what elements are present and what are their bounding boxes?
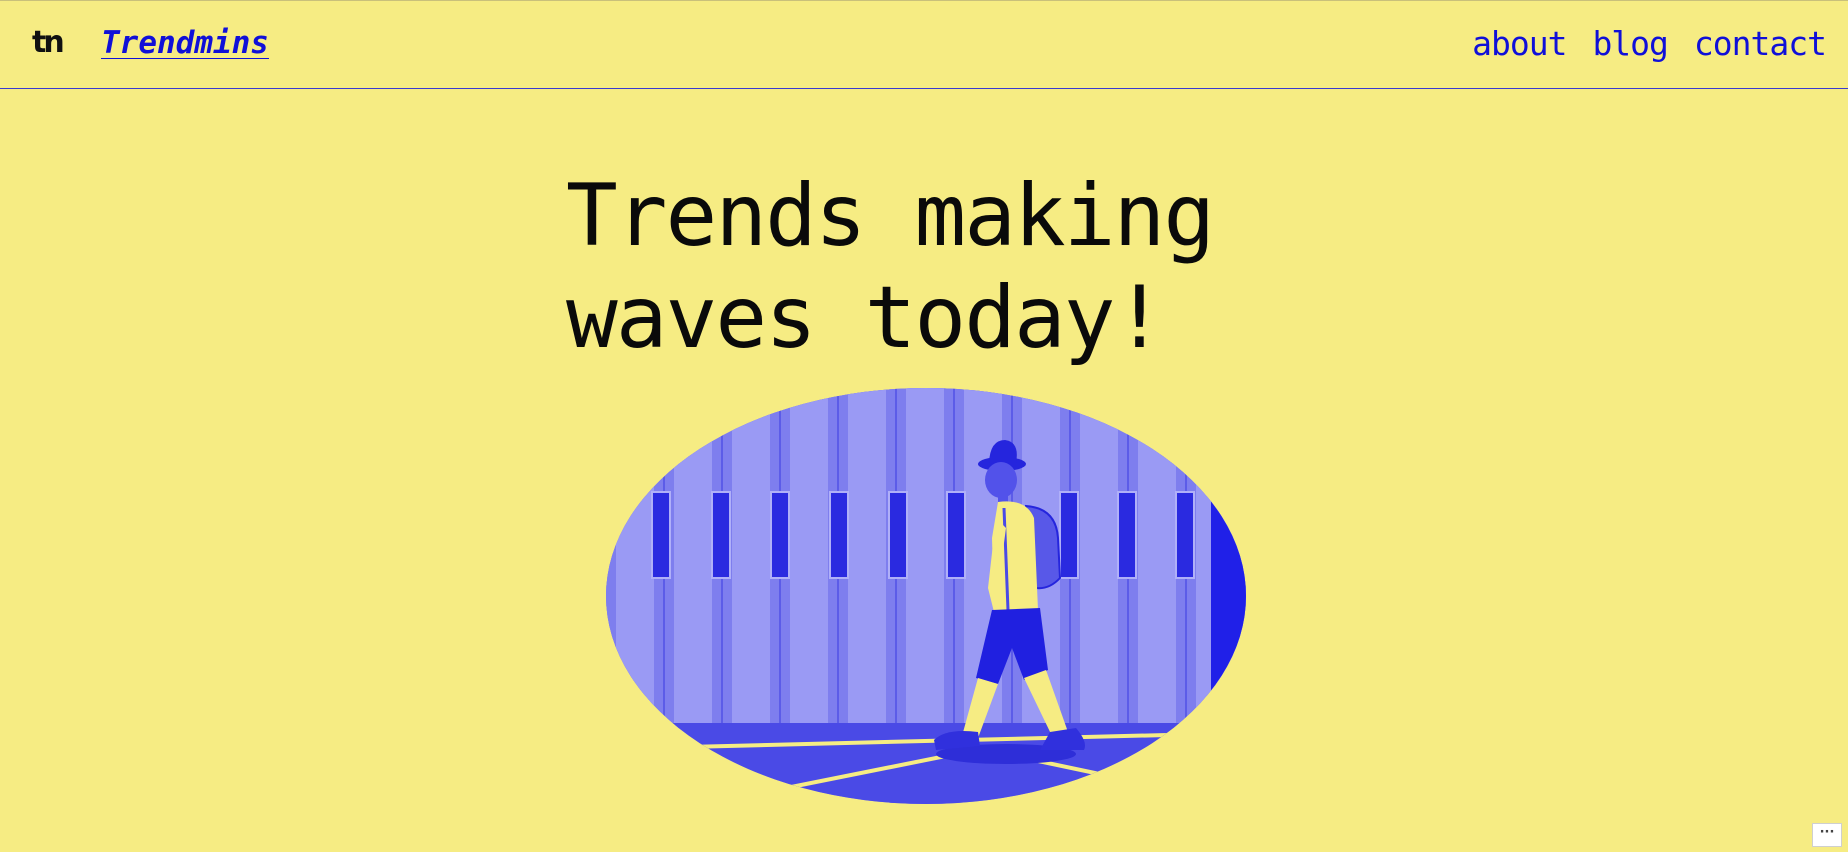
page: tn Trendmins about blog contact Trends m… bbox=[0, 0, 1848, 852]
site-title-link[interactable]: Trendmins bbox=[101, 23, 269, 63]
hero-image bbox=[606, 388, 1246, 804]
hero-heading-line-1: Trends making bbox=[566, 166, 1215, 266]
hero-heading-line-2: waves today! bbox=[566, 268, 1165, 368]
wall-panels bbox=[606, 388, 1246, 728]
man-walking-illustration bbox=[606, 388, 1246, 804]
hero-heading: Trends making waves today! bbox=[566, 165, 1326, 369]
nav-link-about[interactable]: about bbox=[1472, 23, 1567, 65]
ellipsis-icon: ··· bbox=[1819, 825, 1835, 840]
site-header: tn Trendmins about blog contact bbox=[0, 1, 1848, 89]
main-navigation: about blog contact bbox=[1472, 23, 1827, 65]
more-options-button[interactable]: ··· bbox=[1812, 823, 1842, 847]
nav-link-blog[interactable]: blog bbox=[1592, 23, 1668, 65]
nav-link-contact[interactable]: contact bbox=[1694, 23, 1827, 65]
site-logo[interactable]: tn bbox=[32, 23, 65, 63]
